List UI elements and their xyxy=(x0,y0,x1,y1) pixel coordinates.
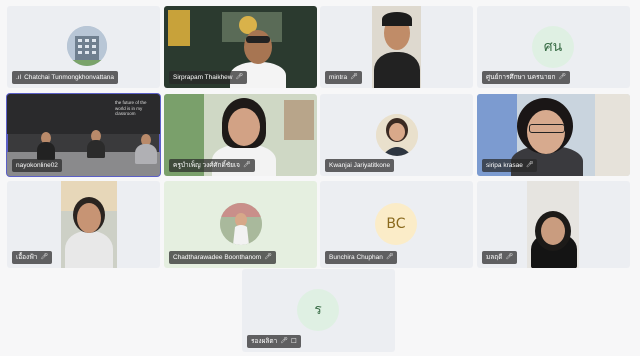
participant-tile-monrudee[interactable]: มลฤดี 🎤︎ xyxy=(477,181,630,268)
mic-off-icon: 🎤︎ xyxy=(505,254,514,260)
participant-tile-krubampen[interactable]: ครูบำเพ็ญ วงศ์ศักดิ์ชัยเจ 🎤︎ xyxy=(164,94,317,176)
participant-name-label: เอื้องฟ้า 🎤︎ xyxy=(12,251,53,264)
profile-photo-icon xyxy=(220,203,262,245)
participant-tile-rongphalita[interactable]: ร รองผลิตา 🎤︎ ☐ xyxy=(242,269,395,352)
mic-off-icon: 🎤︎ xyxy=(242,162,251,168)
building-photo-icon xyxy=(67,26,107,66)
mic-off-icon: 🎤︎ xyxy=(525,162,534,168)
participant-name-label: .ıl Chatchai Tunmongkhonvattana xyxy=(12,71,119,84)
participant-tile-kwanjai[interactable]: Kwanjai Jariyatitkone xyxy=(320,94,473,176)
pin-icon[interactable]: ☐ xyxy=(291,335,297,348)
participant-name-label: ครูบำเพ็ญ วงศ์ศักดิ์ชัยเจ 🎤︎ xyxy=(169,159,255,172)
participant-name-label: Chadtharawadee Boonthanom 🎤︎ xyxy=(169,251,276,264)
video-feed xyxy=(372,6,421,88)
mic-off-icon: 🎤︎ xyxy=(40,254,49,260)
mic-off-icon: 🎤︎ xyxy=(280,338,288,344)
classroom-sign: the future of the world is in my classro… xyxy=(115,100,147,116)
profile-photo-icon xyxy=(376,114,418,156)
mic-off-icon: 🎤︎ xyxy=(385,254,394,260)
avatar: BC xyxy=(375,203,417,245)
mic-off-icon: 🎤︎ xyxy=(350,74,358,80)
participant-tile-chadtharawadee[interactable]: Chadtharawadee Boonthanom 🎤︎ xyxy=(164,181,317,268)
participant-name-label: Sirprapam Thaikhew 🎤︎ xyxy=(169,71,248,84)
avatar: ร xyxy=(297,289,339,331)
participant-name-label: mintra 🎤︎ xyxy=(325,71,362,84)
participant-tile-siripa[interactable]: siripa krasae 🎤︎ xyxy=(477,94,630,176)
participant-name-label: ศูนย์การศึกษา นครนายก 🎤︎ xyxy=(482,71,571,84)
participant-name-label: รองผลิตา 🎤︎ ☐ xyxy=(247,335,301,348)
participant-tile-sirprapam[interactable]: Sirprapam Thaikhew 🎤︎ xyxy=(164,6,317,88)
participant-name-label: nayokonline02 xyxy=(12,159,62,172)
participant-tile-chatchai[interactable]: .ıl Chatchai Tunmongkhonvattana xyxy=(7,6,160,88)
participant-tile-center-nakhonnayok[interactable]: ศน ศูนย์การศึกษา นครนายก 🎤︎ xyxy=(477,6,630,88)
mic-off-icon: 🎤︎ xyxy=(264,254,272,260)
participant-tile-bunchira[interactable]: BC Bunchira Chuphan 🎤︎ xyxy=(320,181,473,268)
participant-tile-ueangfa[interactable]: เอื้องฟ้า 🎤︎ xyxy=(7,181,160,268)
mic-off-icon: 🎤︎ xyxy=(235,74,244,80)
participant-name-label: มลฤดี 🎤︎ xyxy=(482,251,518,264)
avatar xyxy=(376,114,418,156)
avatar xyxy=(220,203,262,245)
participant-tile-mintra[interactable]: mintra 🎤︎ xyxy=(320,6,473,88)
participant-tile-nayokonline02[interactable]: the future of the world is in my classro… xyxy=(6,93,161,177)
video-feed xyxy=(527,181,579,268)
participant-name-label: Bunchira Chuphan 🎤︎ xyxy=(325,251,398,264)
avatar: ศน xyxy=(532,26,574,68)
avatar xyxy=(67,26,107,66)
mic-off-icon: 🎤︎ xyxy=(558,74,567,80)
video-feed xyxy=(61,181,117,268)
participant-name-label: Kwanjai Jariyatitkone xyxy=(325,159,395,172)
signal-icon: .ıl xyxy=(16,74,22,81)
participant-name-label: siripa krasae 🎤︎ xyxy=(482,159,538,172)
